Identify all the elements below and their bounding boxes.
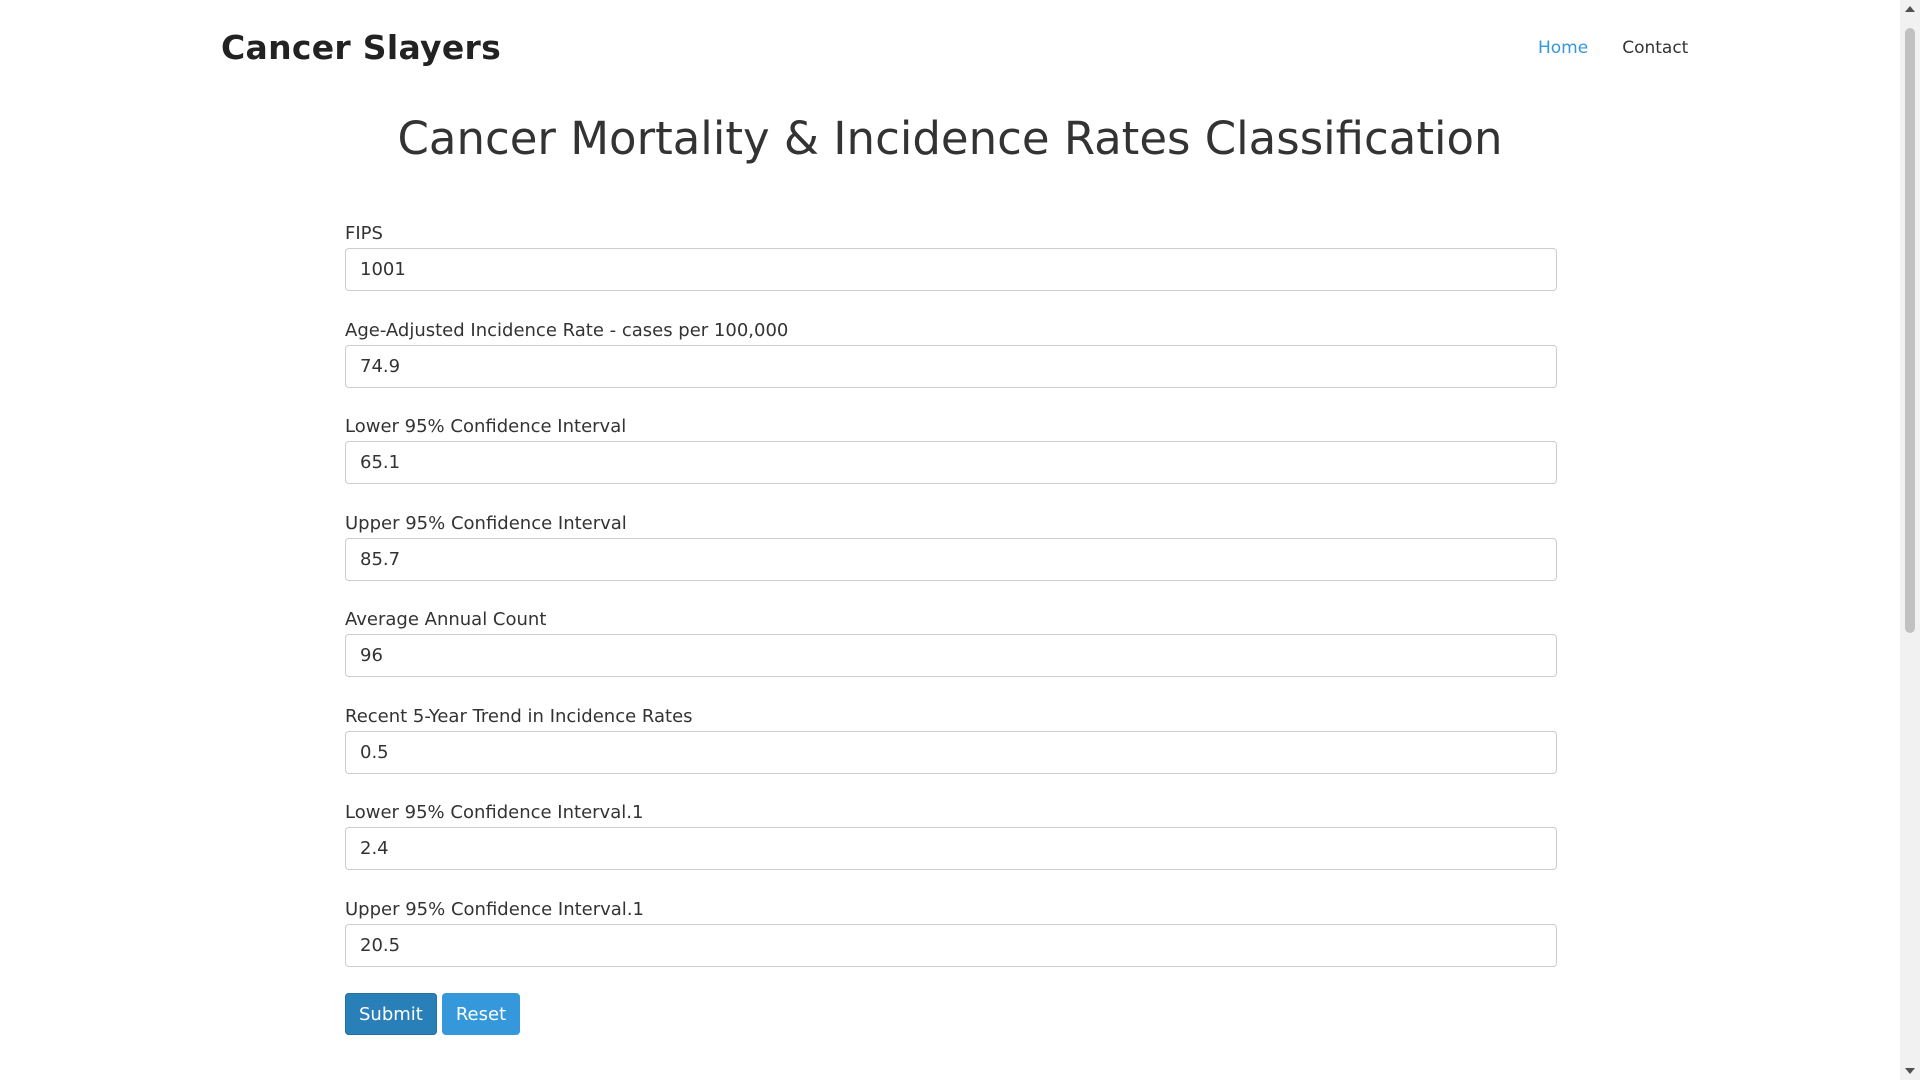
field-label: FIPS bbox=[345, 223, 383, 244]
field-upper-ci: Upper 95% Confidence Interval bbox=[345, 510, 1557, 607]
annual-count-input[interactable] bbox=[345, 634, 1557, 677]
field-label: Upper 95% Confidence Interval.1 bbox=[345, 898, 644, 920]
nav-link-home[interactable]: Home bbox=[1538, 38, 1588, 58]
brand-logo[interactable]: Cancer Slayers bbox=[221, 28, 501, 67]
upper-ci-1-input[interactable] bbox=[345, 923, 1557, 967]
lower-ci-input[interactable] bbox=[345, 441, 1557, 484]
field-label: Upper 95% Confidence Interval bbox=[345, 512, 627, 534]
reset-button[interactable]: Reset bbox=[441, 993, 521, 1035]
lower-ci-1-input[interactable] bbox=[345, 827, 1557, 870]
field-label: Average Annual Count bbox=[345, 609, 547, 630]
nav-link-contact[interactable]: Contact bbox=[1622, 38, 1688, 58]
fips-input[interactable] bbox=[345, 248, 1557, 291]
navbar: Cancer Slayers Home Contact bbox=[0, 0, 1900, 96]
vertical-scrollbar[interactable] bbox=[1900, 0, 1920, 1080]
field-lower-ci-1: Lower 95% Confidence Interval.1 bbox=[345, 799, 1557, 896]
incidence-rate-input[interactable] bbox=[345, 344, 1557, 388]
submit-button[interactable]: Submit bbox=[345, 993, 437, 1035]
scroll-down-arrow-icon[interactable] bbox=[1905, 1068, 1915, 1074]
field-label: Recent 5-Year Trend in Incidence Rates bbox=[345, 705, 693, 727]
upper-ci-input[interactable] bbox=[345, 537, 1557, 581]
nav-links: Home Contact bbox=[1538, 38, 1688, 58]
scroll-up-arrow-icon[interactable] bbox=[1905, 6, 1915, 12]
field-upper-ci-1: Upper 95% Confidence Interval.1 bbox=[345, 896, 1557, 993]
field-label: Lower 95% Confidence Interval bbox=[345, 416, 627, 437]
field-fips: FIPS bbox=[345, 220, 1557, 317]
field-trend: Recent 5-Year Trend in Incidence Rates bbox=[345, 703, 1557, 800]
field-annual-count: Average Annual Count bbox=[345, 606, 1557, 703]
trend-input[interactable] bbox=[345, 730, 1557, 774]
field-lower-ci: Lower 95% Confidence Interval bbox=[345, 413, 1557, 510]
field-label: Lower 95% Confidence Interval.1 bbox=[345, 802, 644, 823]
field-label: Age-Adjusted Incidence Rate - cases per … bbox=[345, 319, 789, 341]
classification-form: FIPS Age-Adjusted Incidence Rate - cases… bbox=[345, 220, 1557, 992]
scrollbar-thumb[interactable] bbox=[1905, 28, 1915, 633]
field-incidence-rate: Age-Adjusted Incidence Rate - cases per … bbox=[345, 317, 1557, 414]
form-buttons: Submit Reset bbox=[345, 993, 521, 1035]
page-title: Cancer Mortality & Incidence Rates Class… bbox=[397, 112, 1503, 165]
